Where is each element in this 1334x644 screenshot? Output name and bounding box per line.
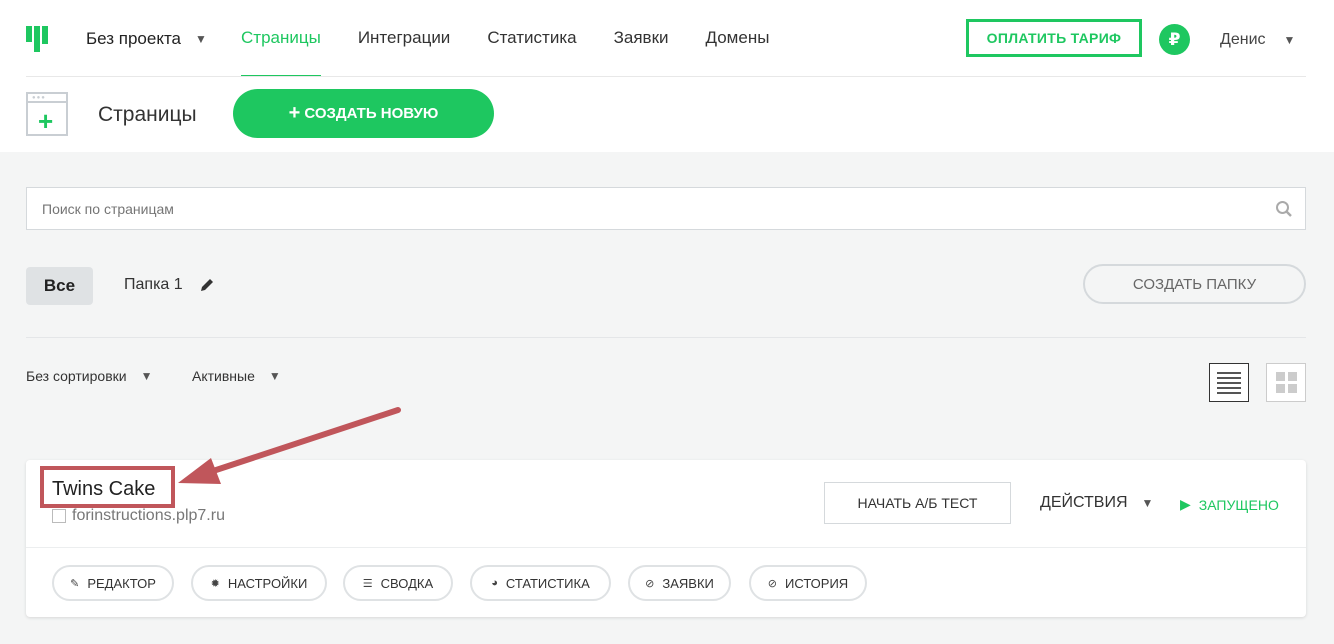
menu-item-domains[interactable]: Домены xyxy=(706,0,770,77)
top-navigation: Без проекта ▼ Страницы Интеграции Статис… xyxy=(0,0,1334,152)
create-folder-button[interactable]: СОЗДАТЬ ПАПКУ xyxy=(1083,264,1306,304)
ruble-icon[interactable]: ₽ xyxy=(1159,24,1190,55)
settings-label: НАСТРОЙКИ xyxy=(227,575,308,591)
chevron-down-icon: ▼ xyxy=(268,369,281,383)
divider xyxy=(26,547,1306,548)
external-link-icon xyxy=(52,509,66,523)
menu-item-integrations[interactable]: Интеграции xyxy=(358,0,451,77)
create-new-button[interactable]: + СОЗДАТЬ НОВУЮ xyxy=(233,89,494,138)
gear-icon: ✹ xyxy=(210,577,220,590)
status-filter-label: Активные xyxy=(192,368,255,384)
chevron-down-icon: ▼ xyxy=(1283,33,1296,47)
menu-item-pages[interactable]: Страницы xyxy=(241,0,321,77)
status-label: ЗАПУЩЕНО xyxy=(1198,496,1279,513)
search-input[interactable] xyxy=(27,188,1305,229)
user-name: Денис xyxy=(1220,31,1266,48)
divider xyxy=(26,337,1306,338)
page-card: Twins Cake forinstructions.plp7.ru НАЧАТ… xyxy=(26,460,1306,617)
user-menu[interactable]: Денис ▼ xyxy=(1220,31,1295,49)
menu-item-statistics[interactable]: Статистика xyxy=(487,0,576,77)
project-selector[interactable]: Без проекта ▼ xyxy=(86,29,207,49)
summary-label: СВОДКА xyxy=(380,575,434,591)
summary-button[interactable]: ☰ СВОДКА xyxy=(343,565,453,601)
create-new-label: СОЗДАТЬ НОВУЮ xyxy=(304,105,439,122)
main-menu: Страницы Интеграции Статистика Заявки До… xyxy=(241,0,806,77)
history-button[interactable]: ⊘ ИСТОРИЯ xyxy=(749,565,867,601)
sort-label: Без сортировки xyxy=(26,368,127,384)
folder-1-tab[interactable]: Папка 1 xyxy=(124,276,215,294)
page-card-title[interactable]: Twins Cake xyxy=(52,478,155,501)
page-card-url[interactable]: forinstructions.plp7.ru xyxy=(52,507,225,525)
editor-button[interactable]: ✎ РЕДАКТОР xyxy=(52,565,174,601)
plus-icon: + xyxy=(288,102,301,124)
check-circle-icon: ⊘ xyxy=(645,577,655,590)
requests-button[interactable]: ⊘ ЗАЯВКИ xyxy=(628,565,731,601)
statistics-button[interactable]: ◕ СТАТИСТИКА xyxy=(470,565,611,601)
check-circle-icon: ⊘ xyxy=(767,577,778,590)
pie-chart-icon: ◕ xyxy=(491,577,498,589)
status-toggle[interactable]: ▶ ЗАПУЩЕНО xyxy=(1180,496,1279,513)
menu-item-requests[interactable]: Заявки xyxy=(614,0,669,77)
search-box xyxy=(26,187,1306,230)
play-icon: ▶ xyxy=(1180,496,1191,512)
search-icon[interactable] xyxy=(1275,200,1293,218)
folder-all-tab[interactable]: Все xyxy=(26,267,93,305)
statistics-label: СТАТИСТИКА xyxy=(505,575,590,591)
list-icon: ☰ xyxy=(362,577,373,590)
start-ab-test-button[interactable]: НАЧАТЬ А/Б ТЕСТ xyxy=(824,482,1011,524)
actions-label: ДЕЙСТВИЯ xyxy=(1040,494,1128,511)
divider xyxy=(26,76,1306,77)
folder-1-label: Папка 1 xyxy=(124,276,183,293)
pages-icon: ●●● + xyxy=(26,92,68,136)
requests-label: ЗАЯВКИ xyxy=(662,575,714,591)
logo-icon[interactable] xyxy=(26,26,52,52)
list-view-icon[interactable] xyxy=(1209,363,1249,402)
history-label: ИСТОРИЯ xyxy=(785,575,849,591)
chevron-down-icon: ▼ xyxy=(1141,496,1154,510)
pay-tariff-button[interactable]: ОПЛАТИТЬ ТАРИФ xyxy=(966,19,1142,57)
pencil-icon[interactable] xyxy=(199,277,215,293)
actions-dropdown[interactable]: ДЕЙСТВИЯ ▼ xyxy=(1040,494,1153,512)
grid-view-icon[interactable] xyxy=(1266,363,1306,402)
settings-button[interactable]: ✹ НАСТРОЙКИ xyxy=(191,565,327,601)
chevron-down-icon: ▼ xyxy=(140,369,153,383)
editor-label: РЕДАКТОР xyxy=(87,575,156,591)
page-url-text: forinstructions.plp7.ru xyxy=(72,507,225,524)
page-title: Страницы xyxy=(98,103,197,126)
status-filter-dropdown[interactable]: Активные ▼ xyxy=(192,368,281,384)
project-name: Без проекта xyxy=(86,29,182,48)
sort-dropdown[interactable]: Без сортировки ▼ xyxy=(26,368,152,384)
edit-icon: ✎ xyxy=(70,577,80,590)
chevron-down-icon: ▼ xyxy=(195,32,207,46)
